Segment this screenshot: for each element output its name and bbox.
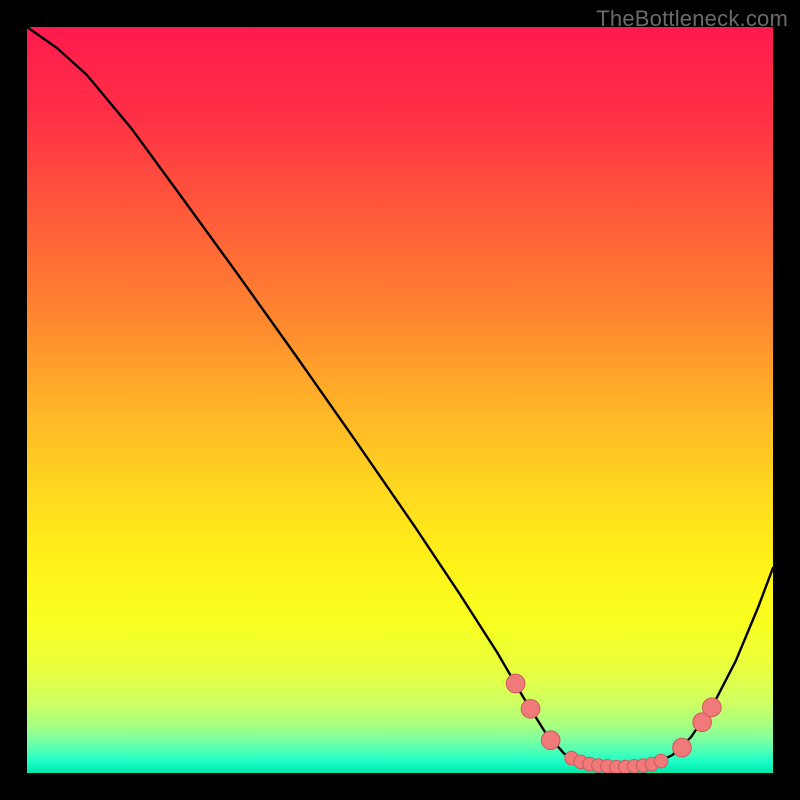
curve-marker — [702, 698, 721, 717]
plot-area — [27, 27, 773, 773]
curve-marker — [673, 738, 692, 757]
chart-stage: TheBottleneck.com — [0, 0, 800, 800]
plot-svg — [27, 27, 773, 773]
curve-marker — [506, 674, 525, 693]
curve-marker — [521, 700, 540, 719]
curve-marker — [541, 731, 560, 750]
curve-marker — [654, 754, 668, 768]
watermark-text: TheBottleneck.com — [596, 6, 788, 32]
